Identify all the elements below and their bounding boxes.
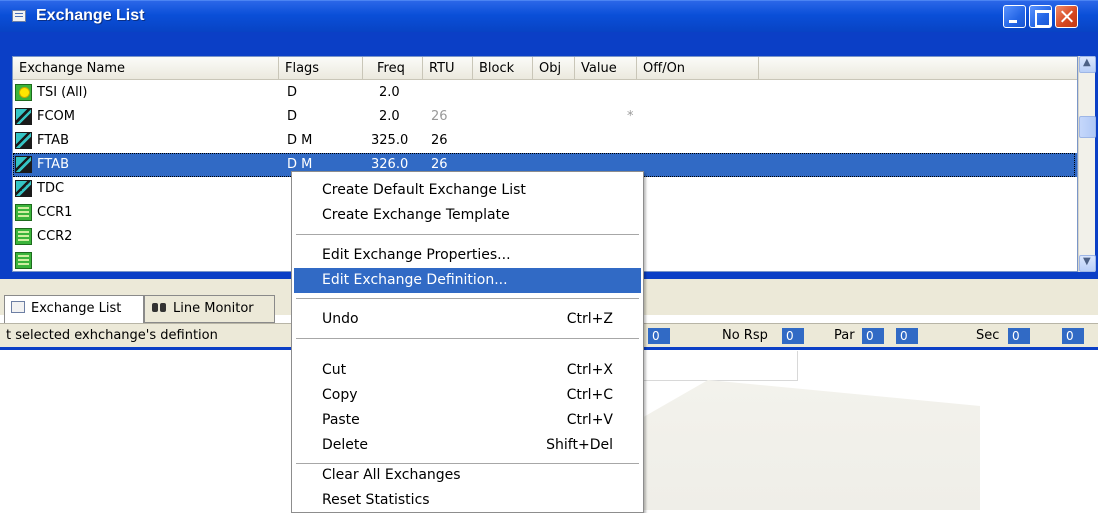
table-row[interactable]: TSI (All) D 2.0 xyxy=(13,81,1077,105)
menu-item-label: Cut xyxy=(322,362,347,378)
list-header: Exchange Name Flags Freq RTU Block Obj V… xyxy=(13,57,1077,80)
row-rtu: 26 xyxy=(431,109,448,124)
row-freq: 2.0 xyxy=(379,109,400,124)
exchange-icon xyxy=(15,156,32,173)
row-name: FCOM xyxy=(37,109,76,124)
scroll-down-button[interactable]: ▼ xyxy=(1079,255,1096,272)
row-name: FTAB xyxy=(37,133,69,148)
tab-exchange-list[interactable]: Exchange List xyxy=(4,295,144,323)
ccr-icon xyxy=(15,228,32,245)
menu-item-shortcut: Ctrl+V xyxy=(566,412,613,428)
menu-item-undo[interactable]: Undo Ctrl+Z xyxy=(294,307,641,332)
column-obj[interactable]: Obj xyxy=(533,57,575,80)
menu-item-shortcut: Shift+Del xyxy=(546,437,613,453)
chevron-up-icon: ▲ xyxy=(1083,57,1091,68)
column-rtu[interactable]: RTU xyxy=(423,57,473,80)
row-freq: 325.0 xyxy=(371,133,409,148)
no-rsp-value: 0 xyxy=(782,328,804,344)
par-value-2: 0 xyxy=(896,328,918,344)
sec-label: Sec xyxy=(976,328,1000,343)
menu-item-label: Paste xyxy=(322,412,360,428)
menu-item-paste[interactable]: Paste Ctrl+V xyxy=(294,408,641,433)
ccr-icon xyxy=(15,252,32,269)
menu-item-label: Delete xyxy=(322,437,368,453)
row-flags: D xyxy=(287,109,298,124)
scroll-up-button[interactable]: ▲ xyxy=(1079,56,1096,73)
menu-item-label: Clear All Exchanges xyxy=(322,467,461,483)
tab-label: Line Monitor xyxy=(173,301,254,316)
list-window-icon xyxy=(11,301,25,313)
maximize-button[interactable] xyxy=(1029,5,1052,28)
menu-separator xyxy=(296,234,639,235)
menu-item-cut[interactable]: Cut Ctrl+X xyxy=(294,358,641,383)
menu-item-edit-exchange-definition[interactable]: Edit Exchange Definition... xyxy=(294,268,641,293)
menu-item-shortcut: Ctrl+C xyxy=(566,387,613,403)
tsi-icon xyxy=(15,84,32,101)
exchange-list-window: Exchange List Exchange Name Flags Freq R… xyxy=(0,0,1098,513)
status-value: 0 xyxy=(648,328,670,344)
menu-item-create-default-exchange-list[interactable]: Create Default Exchange List xyxy=(294,178,641,203)
menu-item-label: Reset Statistics xyxy=(322,492,430,508)
title-bar[interactable]: Exchange List xyxy=(0,0,1098,32)
exchange-icon xyxy=(15,180,32,197)
par-value: 0 xyxy=(862,328,884,344)
row-name: TSI (All) xyxy=(37,85,88,100)
par-label: Par xyxy=(834,328,855,343)
row-name: CCR2 xyxy=(37,229,73,244)
menu-item-label: Edit Exchange Properties... xyxy=(322,247,511,263)
menu-item-shortcut: Ctrl+X xyxy=(566,362,613,378)
sec-value-2: 0 xyxy=(1062,328,1084,344)
tab-line-monitor[interactable]: Line Monitor xyxy=(144,295,275,323)
row-flags: D M xyxy=(287,133,313,148)
tab-label: Exchange List xyxy=(31,301,122,316)
window-title: Exchange List xyxy=(36,7,145,24)
menu-item-delete[interactable]: Delete Shift+Del xyxy=(294,433,641,458)
row-value: * xyxy=(627,109,634,124)
column-off-on[interactable]: Off/On xyxy=(637,57,759,80)
row-freq: 2.0 xyxy=(379,85,400,100)
menu-separator xyxy=(296,338,639,339)
binoculars-icon xyxy=(151,300,167,314)
sec-value: 0 xyxy=(1008,328,1030,344)
table-row[interactable]: FTAB D M 325.0 26 xyxy=(13,129,1077,153)
column-exchange-name[interactable]: Exchange Name xyxy=(13,57,279,80)
ccr-icon xyxy=(15,204,32,221)
row-rtu: 26 xyxy=(431,133,448,148)
menu-item-clear-all-exchanges[interactable]: Clear All Exchanges xyxy=(294,463,641,488)
close-button[interactable] xyxy=(1055,5,1078,28)
menu-item-create-exchange-template[interactable]: Create Exchange Template xyxy=(294,203,641,228)
row-name: FTAB xyxy=(37,157,69,172)
status-text: t selected exhchange's defintion xyxy=(6,328,218,343)
menu-item-shortcut: Ctrl+Z xyxy=(566,311,613,327)
menu-item-label: Undo xyxy=(322,311,359,327)
menu-item-label: Copy xyxy=(322,387,358,403)
context-menu: Create Default Exchange List Create Exch… xyxy=(291,171,644,513)
column-freq[interactable]: Freq xyxy=(363,57,423,80)
row-flags: D xyxy=(287,85,298,100)
exchange-icon xyxy=(15,108,32,125)
vertical-scrollbar[interactable]: ▲ ▼ xyxy=(1078,56,1096,272)
column-flags[interactable]: Flags xyxy=(279,57,363,80)
background-panel-outline xyxy=(636,351,798,381)
menu-separator xyxy=(296,298,639,299)
background-shadow xyxy=(640,380,980,510)
row-name: TDC xyxy=(37,181,65,196)
chevron-down-icon: ▼ xyxy=(1083,256,1091,267)
row-name: CCR1 xyxy=(37,205,73,220)
column-value[interactable]: Value xyxy=(575,57,637,80)
menu-item-label: Create Exchange Template xyxy=(322,207,510,223)
list-window-icon xyxy=(12,10,26,22)
menu-item-reset-statistics[interactable]: Reset Statistics xyxy=(294,488,641,513)
menu-item-label: Create Default Exchange List xyxy=(322,182,526,198)
no-rsp-label: No Rsp xyxy=(722,328,768,343)
table-row[interactable]: FCOM D 2.0 26 * xyxy=(13,105,1077,129)
scroll-thumb[interactable] xyxy=(1079,116,1096,138)
exchange-icon xyxy=(15,132,32,149)
menu-item-edit-exchange-properties[interactable]: Edit Exchange Properties... xyxy=(294,243,641,268)
column-block[interactable]: Block xyxy=(473,57,533,80)
minimize-button[interactable] xyxy=(1003,5,1026,28)
menu-item-copy[interactable]: Copy Ctrl+C xyxy=(294,383,641,408)
menu-item-label: Edit Exchange Definition... xyxy=(322,272,508,288)
